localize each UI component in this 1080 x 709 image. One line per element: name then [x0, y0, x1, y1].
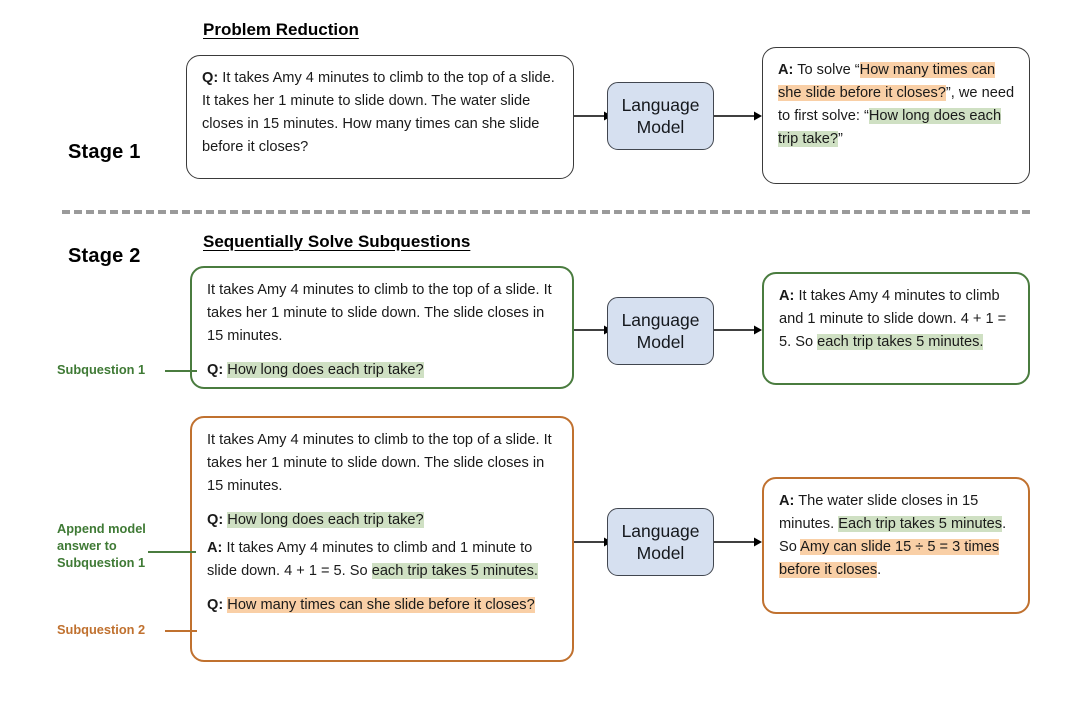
problem-reduction-heading: Problem Reduction [203, 20, 359, 39]
arrow-stage1-model-to-answer [714, 111, 762, 121]
stage-2-label: Stage 2 [68, 245, 141, 267]
round1-answer-text: A: It takes Amy 4 minutes to climb and 1… [779, 285, 1014, 354]
arrow-round2-model-to-answer [714, 537, 762, 547]
stage2-round1-answer-box: A: It takes Amy 4 minutes to climb and 1… [762, 272, 1030, 385]
question-tag: Q: [207, 362, 224, 379]
answer-tag: A: [779, 288, 795, 304]
stage-divider [62, 210, 1030, 214]
lm-line-1: Language [621, 309, 700, 330]
round1-question-green-highlight: How long does each trip take? [227, 362, 424, 379]
stage1-prompt-body: It takes Amy 4 minutes to climb to the t… [202, 70, 555, 156]
round2-answer-orange-highlight: Amy can slide 15 ÷ 5 = 3 times before it… [779, 539, 1000, 579]
stage1-answer-text: A: To solve “How many times can she slid… [778, 59, 1015, 151]
subquestion-1-side-label: Subquestion 1 [57, 362, 146, 377]
stage2-round2-answer-box: A: The water slide closes in 15 minutes.… [762, 477, 1030, 614]
arrow-round1-model-to-answer [714, 325, 762, 335]
round2-a1-green-highlight: each trip takes 5 minutes. [371, 563, 538, 580]
lm-line-2: Model [636, 543, 685, 563]
round2-q2-orange-highlight: How many times can she slide before it c… [227, 597, 535, 614]
stage1-answer-seg1: To solve “ [793, 62, 860, 78]
round1-answer-green-highlight: each trip takes 5 minutes. [817, 334, 984, 351]
stage2-round2-language-model-box: Language Model [607, 508, 714, 576]
stage-1-label: Stage 1 [68, 141, 141, 163]
stage2-round1-language-model-box: Language Model [607, 297, 714, 365]
sequentially-solve-heading: Sequentially Solve Subquestions [203, 232, 471, 251]
stage1-language-model-box: Language Model [607, 82, 714, 150]
stage1-prompt-box: Q: It takes Amy 4 minutes to climb to th… [186, 55, 574, 179]
answer-tag: A: [207, 540, 223, 557]
round2-question1-line: Q: How long does each trip take? [207, 509, 558, 532]
round1-context: It takes Amy 4 minutes to climb to the t… [207, 282, 552, 345]
figure-canvas: Stage 1 Problem Reduction Q: It takes Am… [0, 0, 1080, 709]
stage1-answer-seg5: ” [838, 131, 843, 148]
question-tag: Q: [207, 512, 224, 529]
lm-line-2: Model [636, 117, 685, 137]
stage2-round2-prompt-box: It takes Amy 4 minutes to climb to the t… [190, 416, 574, 662]
round2-answer-green-highlight: Each trip takes 5 minutes [838, 516, 1003, 533]
round1-question-line: Q: How long does each trip take? [207, 359, 558, 382]
lm-line-2: Model [636, 332, 685, 352]
round2-question2-line: Q: How many times can she slide before i… [207, 594, 558, 617]
subquestion-1-leader-line [165, 370, 197, 372]
round2-answer-seg5: . [877, 562, 882, 579]
lm-line-1: Language [621, 94, 700, 115]
round2-q1-green-highlight: How long does each trip take? [227, 512, 424, 529]
append-model-answer-side-label: Append model answer to Subquestion 1 [57, 521, 146, 570]
stage1-prompt-text: Q: It takes Amy 4 minutes to climb to th… [202, 67, 559, 159]
answer-tag: A: [778, 62, 794, 78]
question-tag: Q: [207, 597, 224, 614]
round2-answer1-line: A: It takes Amy 4 minutes to climb and 1… [207, 537, 558, 583]
append-model-answer-leader-line [148, 551, 196, 553]
question-tag: Q: [202, 70, 219, 86]
round2-answer-text: A: The water slide closes in 15 minutes.… [779, 490, 1014, 582]
subquestion-2-side-label: Subquestion 2 [57, 622, 146, 637]
subquestion-2-leader-line [165, 630, 197, 632]
answer-tag: A: [779, 493, 795, 509]
lm-line-1: Language [621, 520, 700, 541]
stage2-round1-prompt-box: It takes Amy 4 minutes to climb to the t… [190, 266, 574, 389]
stage1-answer-box: A: To solve “How many times can she slid… [762, 47, 1030, 184]
round2-context: It takes Amy 4 minutes to climb to the t… [207, 432, 552, 495]
